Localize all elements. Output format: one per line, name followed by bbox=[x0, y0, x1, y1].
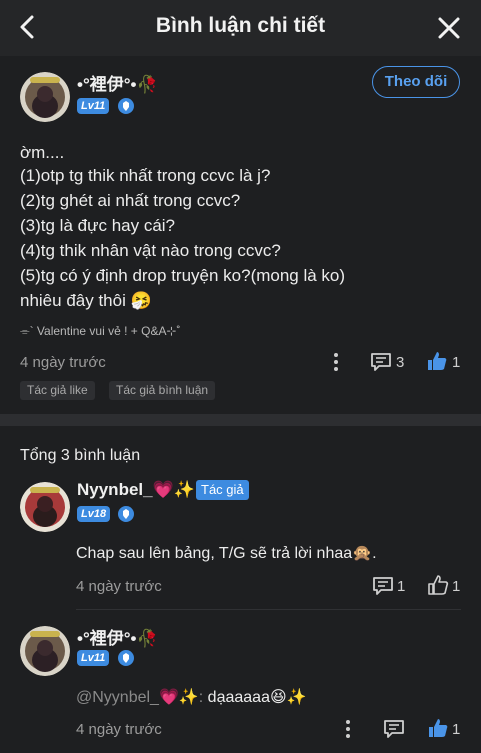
follow-button[interactable]: Theo dõi bbox=[372, 66, 460, 98]
post-time: 4 ngày trước bbox=[20, 354, 106, 371]
post-line: (4)tg thik nhân vật nào trong ccvc? bbox=[20, 241, 281, 260]
verified-shield-icon bbox=[118, 98, 134, 114]
post-line: (1)otp tg thik nhất trong ccvc là j? bbox=[20, 166, 271, 185]
comment-time: 4 ngày trước bbox=[76, 721, 162, 738]
like-icon[interactable] bbox=[426, 350, 448, 372]
comment-icon[interactable] bbox=[370, 352, 392, 372]
comment-text-body: dạaaaaa😆✨ bbox=[203, 689, 307, 706]
comment-avatar[interactable] bbox=[20, 482, 70, 532]
post-line: (5)tg có ý định drop truyện ko?(mong là … bbox=[20, 266, 346, 285]
comment-level-badge: Lv18 bbox=[77, 506, 111, 522]
comment-author-name[interactable]: •°裡伊°•🥀 bbox=[77, 624, 158, 649]
tag-author-comment: Tác giả bình luận bbox=[109, 381, 216, 400]
post-line: ờm.... bbox=[20, 143, 65, 162]
top-bar: Bình luận chi tiết bbox=[0, 0, 481, 56]
post-author-avatar[interactable] bbox=[20, 72, 70, 122]
like-outline-icon[interactable] bbox=[427, 574, 449, 596]
comment-time: 4 ngày trước bbox=[76, 578, 162, 595]
close-icon[interactable] bbox=[435, 14, 463, 42]
author-badge: Tác giả bbox=[196, 480, 249, 500]
page-title: Bình luận chi tiết bbox=[155, 14, 326, 37]
verified-shield-icon bbox=[118, 650, 134, 666]
reply-icon[interactable] bbox=[383, 719, 405, 739]
comment-avatar[interactable] bbox=[20, 626, 70, 676]
comment-text: @Nyynbel_💗✨: dạaaaaa😆✨ bbox=[76, 687, 307, 707]
comment-author-name[interactable]: Nyynbel_💗✨ bbox=[77, 480, 195, 500]
mention-link[interactable]: @Nyynbel_💗✨: bbox=[76, 689, 203, 706]
post-line: (2)tg ghét ai nhất trong ccvc? bbox=[20, 191, 241, 210]
section-divider bbox=[0, 414, 481, 426]
like-count: 1 bbox=[452, 354, 461, 371]
verified-shield-icon bbox=[118, 506, 134, 522]
comment-like-count: 1 bbox=[452, 578, 461, 595]
tag-author-like: Tác giả like bbox=[20, 381, 95, 400]
comments-total: Tổng 3 bình luận bbox=[20, 447, 141, 464]
comment-count: 3 bbox=[396, 354, 405, 371]
reply-icon[interactable] bbox=[372, 576, 394, 596]
post-line: (3)tg là đực hay cái? bbox=[20, 216, 176, 235]
comment-separator bbox=[76, 609, 461, 610]
comment-text: Chap sau lên bảng, T/G sẽ trả lời nhaa🙊. bbox=[76, 545, 377, 562]
like-icon[interactable] bbox=[427, 717, 449, 739]
more-options-icon[interactable] bbox=[330, 352, 342, 372]
post-signature: ⌯` Valentine vui vẻ ! + Q&A⊹˚ bbox=[20, 324, 181, 338]
post-author-name[interactable]: •°裡伊°•🥀 bbox=[77, 70, 158, 95]
reply-count: 1 bbox=[397, 578, 406, 595]
comment-level-badge: Lv11 bbox=[77, 650, 110, 666]
comment-like-count: 1 bbox=[452, 721, 461, 738]
more-options-icon[interactable] bbox=[342, 719, 354, 739]
post-line: nhiêu đây thôi 🤧 bbox=[20, 291, 152, 310]
post-author-level-badge: Lv11 bbox=[77, 98, 110, 114]
